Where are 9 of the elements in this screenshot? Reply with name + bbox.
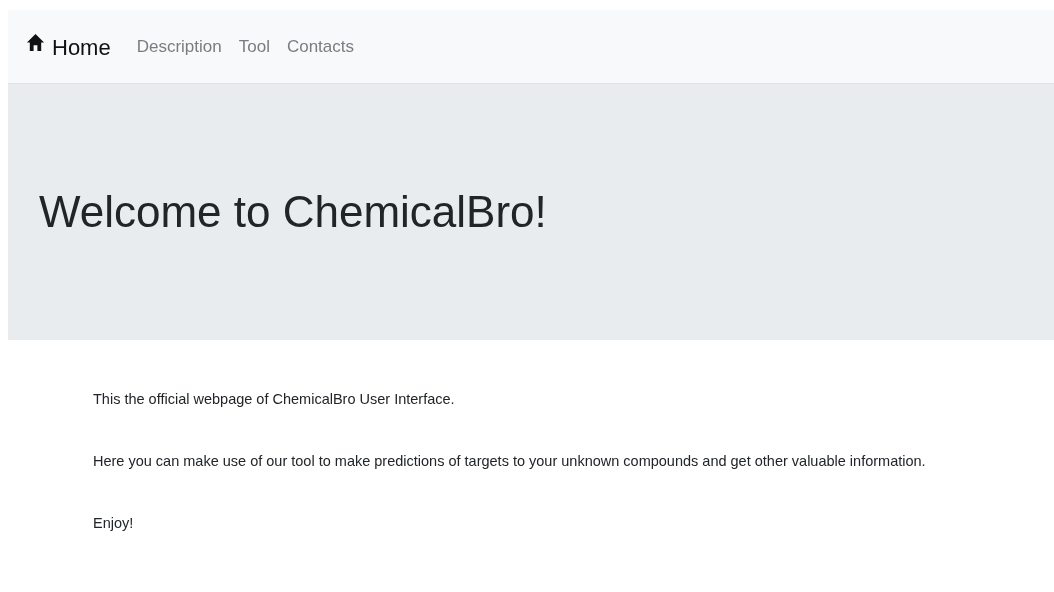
home-icon (26, 32, 45, 52)
home-link[interactable]: Home (26, 32, 111, 61)
paragraph: Here you can make use of our tool to make predictions of targets to your unknown compounds and get other valuable information. (93, 452, 927, 471)
nav-link[interactable]: Description (136, 36, 222, 57)
nav-link[interactable]: Contacts (286, 36, 354, 57)
nav-link[interactable]: Tool (238, 36, 270, 57)
paragraph: This the official webpage of ChemicalBro User Interface. (93, 390, 456, 409)
page-heading: Welcome to ChemicalBro! (39, 187, 547, 237)
paragraph: Enjoy! (93, 514, 135, 533)
